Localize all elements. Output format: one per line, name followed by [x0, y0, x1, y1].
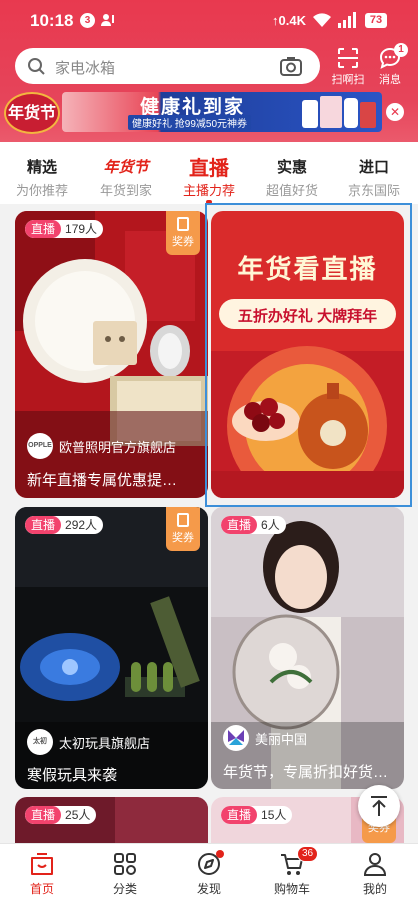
tab-title: 直播: [189, 158, 229, 180]
coupon-label: 奖券: [172, 532, 194, 544]
coupon-icon: [177, 217, 189, 231]
live-card[interactable]: 直播 6人 美丽中国 年货节，专属折扣好货…: [211, 507, 404, 789]
category-tabs: 精选 为你推荐 年货节 年货到家 直播 主播力荐 实惠 超值好货 进口 京东国际: [0, 142, 418, 204]
live-label: 直播: [25, 806, 62, 824]
notification-badge: 3: [80, 13, 95, 28]
messages-label: 消息: [379, 74, 401, 86]
nav-label: 我的: [362, 882, 387, 896]
nav-label: 发现: [196, 882, 221, 896]
close-icon[interactable]: ✕: [386, 103, 404, 121]
shop-avatar: 太初: [27, 729, 53, 755]
tab-deals[interactable]: 实惠 超值好货: [252, 156, 332, 199]
camera-icon[interactable]: [280, 56, 302, 76]
scroll-to-top-button[interactable]: [358, 785, 400, 827]
shop-info[interactable]: 美丽中国: [223, 725, 307, 751]
home-icon: [31, 853, 53, 875]
card-title: 新年直播专属优惠提…: [27, 472, 178, 489]
tab-live[interactable]: 直播 主播力荐: [169, 156, 249, 199]
shop-name: 美丽中国: [255, 731, 308, 747]
live-card[interactable]: 直播 25人: [15, 797, 208, 843]
signal-icon: [338, 12, 356, 28]
butterfly-avatar-icon: [223, 725, 249, 751]
live-label: 直播: [221, 806, 258, 824]
tab-title: 实惠: [276, 159, 307, 176]
message-badge: 1: [394, 43, 408, 57]
shop-name: 欧普照明官方旗舰店: [59, 439, 177, 455]
tab-import[interactable]: 进口 京东国际: [334, 156, 414, 199]
tab-title: 进口: [358, 159, 389, 176]
nav-label: 首页: [29, 882, 54, 896]
nav-discover[interactable]: 发现: [174, 850, 244, 897]
coupon-badge[interactable]: 奖券: [166, 507, 200, 551]
live-badge: 直播 292人: [25, 516, 104, 534]
viewer-count: 6人: [261, 518, 280, 532]
profile-icon: [363, 853, 387, 876]
live-card[interactable]: 直播 179人 奖券 OPPLE 欧普照明官方旗舰店 新年直播专属优惠提…: [15, 211, 208, 498]
nav-profile[interactable]: 我的: [340, 850, 410, 897]
viewer-count: 25人: [65, 808, 91, 822]
messages-button[interactable]: 1 消息: [368, 43, 412, 90]
festival-logo: 年货节: [4, 92, 60, 134]
live-badge: 直播 25人: [25, 806, 97, 824]
wifi-icon: [313, 13, 331, 27]
product-images: [302, 96, 376, 128]
net-speed: ↑0.4K: [272, 13, 306, 28]
viewer-count: 292人: [65, 518, 98, 532]
bottom-navigation: 首页 分类 发现 36 购物车 我的: [0, 843, 418, 903]
tab-subtitle: 超值好货: [265, 183, 318, 198]
card-title: 年货节，专属折扣好货…: [223, 764, 389, 781]
tab-subtitle: 为你推荐: [15, 183, 68, 198]
search-placeholder: 家电冰箱: [55, 60, 116, 77]
live-label: 直播: [25, 220, 62, 238]
tab-new-year-festival[interactable]: 年货节 年货到家: [86, 156, 166, 199]
nav-label: 分类: [112, 882, 137, 896]
shop-info[interactable]: OPPLE 欧普照明官方旗舰店: [27, 433, 176, 459]
card-title: 寒假玩具来袭: [27, 767, 118, 784]
tab-featured[interactable]: 精选 为你推荐: [2, 156, 82, 199]
nav-categories[interactable]: 分类: [90, 850, 160, 897]
search-input[interactable]: 家电冰箱: [15, 48, 320, 84]
selection-highlight: [205, 203, 412, 507]
shop-info[interactable]: 太初 太初玩具旗舰店: [27, 729, 150, 755]
app-header: 10:18 3 ↑0.4K 73 家电冰箱 扫啊扫 1 消息 年货节 健康礼到家…: [0, 0, 418, 142]
categories-icon: [114, 853, 136, 875]
promo-banner[interactable]: 年货节 健康礼到家 健康好礼 抢99减50元神券 ✕: [0, 90, 418, 135]
cart-badge: 36: [297, 846, 319, 862]
live-badge: 直播 179人: [25, 220, 104, 238]
coupon-icon: [177, 513, 189, 527]
nav-label: 购物车: [273, 882, 310, 896]
scan-icon: [338, 48, 358, 68]
coupon-badge[interactable]: 奖券: [166, 211, 200, 255]
shop-name: 太初玩具旗舰店: [59, 735, 151, 751]
status-bar: 10:18 3 ↑0.4K 73: [0, 0, 418, 40]
live-badge: 直播 15人: [221, 806, 293, 824]
live-badge: 直播 6人: [221, 516, 286, 534]
nav-cart[interactable]: 36 购物车: [257, 846, 327, 897]
search-icon: [28, 58, 45, 75]
discover-dot: [216, 850, 224, 858]
tab-subtitle: 主播力荐: [182, 183, 235, 198]
scan-label: 扫啊扫: [331, 74, 365, 86]
shop-avatar: OPPLE: [27, 433, 53, 459]
status-time: 10:18: [30, 11, 74, 30]
nav-home[interactable]: 首页: [7, 850, 77, 897]
live-label: 直播: [221, 516, 258, 534]
coupon-label: 奖券: [172, 236, 194, 248]
tab-title: 精选: [26, 159, 57, 176]
tab-title: 年货节: [103, 158, 149, 176]
viewer-count: 15人: [261, 808, 287, 822]
live-card[interactable]: 直播 292人 奖券 太初 太初玩具旗舰店 寒假玩具来袭: [15, 507, 208, 789]
banner-subtitle: 健康好礼 抢99减50元神券: [128, 115, 252, 130]
tab-subtitle: 年货到家: [99, 183, 152, 198]
scan-button[interactable]: 扫啊扫: [326, 46, 370, 90]
tab-subtitle: 京东国际: [347, 183, 400, 198]
battery-indicator: 73: [365, 13, 387, 28]
user-status-icon: [101, 14, 114, 26]
viewer-count: 179人: [65, 222, 98, 236]
arrow-up-icon: [371, 796, 387, 816]
live-label: 直播: [25, 516, 62, 534]
